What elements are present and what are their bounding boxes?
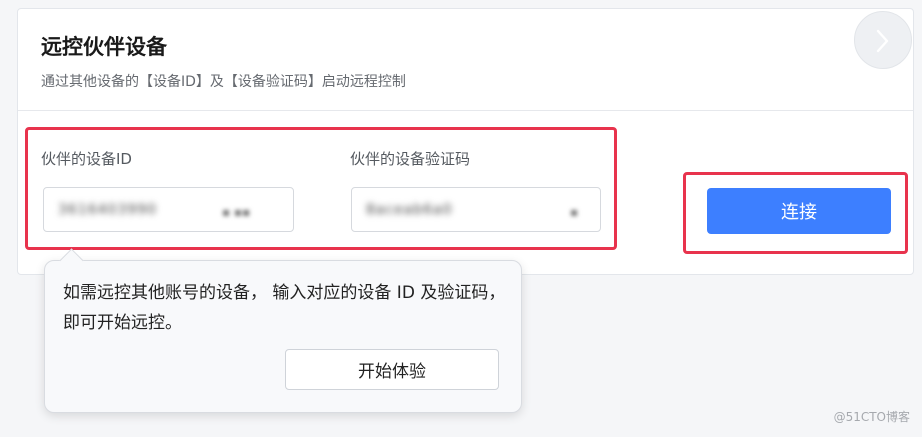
verification-code-input[interactable]: 8aceab6a0 ▪ xyxy=(351,187,601,232)
connect-button[interactable]: 连接 xyxy=(707,188,891,234)
next-arrow-button[interactable] xyxy=(854,11,912,69)
device-id-input[interactable]: 3616403990 ▪ ▪▪ xyxy=(43,187,294,232)
card-subtitle: 通过其他设备的【设备ID】及【设备验证码】启动远程控制 xyxy=(41,74,406,90)
tooltip-text: 如需远控其他账号的设备， 输入对应的设备 ID 及验证码，即可开始远控。 xyxy=(63,283,506,333)
card-header: 远控伙伴设备 通过其他设备的【设备ID】及【设备验证码】启动远程控制 xyxy=(18,9,913,111)
start-experience-button[interactable]: 开始体验 xyxy=(285,349,499,390)
remote-partner-card: 远控伙伴设备 通过其他设备的【设备ID】及【设备验证码】启动远程控制 xyxy=(17,8,914,275)
verification-code-label: 伙伴的设备验证码 xyxy=(350,150,471,168)
chevron-right-icon xyxy=(876,29,889,53)
device-id-extra: ▪ ▪▪ xyxy=(222,205,251,219)
guide-tooltip: 如需远控其他账号的设备， 输入对应的设备 ID 及验证码，即可开始远控。 开始体… xyxy=(44,248,522,413)
verification-code-value: 8aceab6a0 xyxy=(366,201,453,218)
card-title: 远控伙伴设备 xyxy=(41,35,167,59)
device-id-value: 3616403990 xyxy=(58,201,158,218)
verification-code-extra: ▪ xyxy=(570,205,579,219)
device-id-label: 伙伴的设备ID xyxy=(41,150,132,168)
watermark: @51CTO博客 xyxy=(833,410,910,424)
